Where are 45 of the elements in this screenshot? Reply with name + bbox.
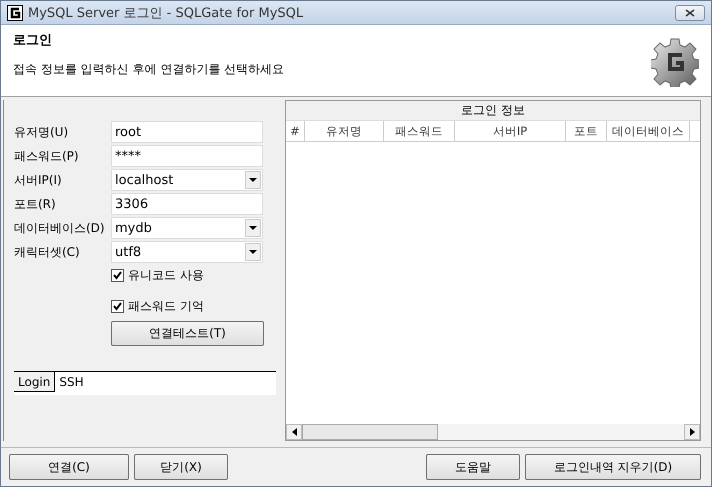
tab[interactable]: Login (14, 372, 56, 392)
window-title: MySQL Server 로그인 - SQLGate for MySQL (28, 4, 304, 22)
combo-box[interactable]: utf8 (111, 241, 263, 263)
field-label: 유저명(U) (13, 124, 70, 140)
field-label: 캐릭터셋(C) (13, 244, 81, 260)
checkbox[interactable] (111, 269, 124, 282)
checkbox[interactable] (111, 300, 124, 313)
horizontal-scrollbar[interactable] (286, 424, 700, 440)
scroll-thumb[interactable] (302, 424, 438, 440)
checkbox-label: 패스워드 기억 (128, 298, 204, 315)
scroll-right-icon (690, 428, 694, 436)
field-label: 서버IP(I) (13, 172, 63, 188)
column-header[interactable]: # (286, 121, 305, 141)
input-field[interactable]: 3306 (111, 193, 263, 215)
caret-icon (249, 178, 257, 182)
column-header[interactable]: 포트 (566, 121, 607, 141)
field-label: 패스워드(P) (13, 148, 80, 164)
dropdown-button[interactable] (245, 219, 261, 237)
app-logo-icon (7, 4, 23, 20)
combo-box[interactable]: mydb (111, 217, 263, 239)
header-title: 로그인 (13, 32, 53, 49)
field-label: 데이터베이스(D) (13, 220, 106, 236)
caret-icon (249, 250, 257, 254)
close-icon (685, 8, 695, 16)
dropdown-button[interactable] (245, 171, 261, 189)
input-field[interactable]: root (111, 121, 263, 143)
header-description: 접속 정보를 입력하신 후에 연결하기를 선택하세요 (13, 61, 284, 78)
dialog-button[interactable]: 도움말 (426, 454, 520, 480)
dialog-button[interactable]: 연결(C) (9, 454, 129, 480)
column-header[interactable]: 서버IP (455, 121, 566, 141)
combo-box[interactable]: localhost (111, 169, 263, 191)
column-header[interactable]: 유저명 (305, 121, 384, 141)
dialog-button[interactable]: 로그인내역 지우기(D) (525, 454, 701, 480)
list-title: 로그인 정보 (286, 101, 700, 121)
checkbox-label: 유니코드 사용 (128, 267, 204, 284)
column-header[interactable]: 패스워드 (384, 121, 455, 141)
field-label: 포트(R) (13, 196, 57, 212)
dropdown-button[interactable] (245, 243, 261, 261)
close-button[interactable] (675, 4, 705, 20)
caret-icon (249, 226, 257, 230)
dialog-button[interactable]: 닫기(X) (134, 454, 228, 480)
connection-test-button[interactable]: 연결테스트(T) (111, 321, 264, 346)
input-field[interactable]: **** (111, 145, 263, 167)
column-header[interactable]: 데이터베이스 (607, 121, 690, 141)
scroll-left-icon (292, 428, 296, 436)
